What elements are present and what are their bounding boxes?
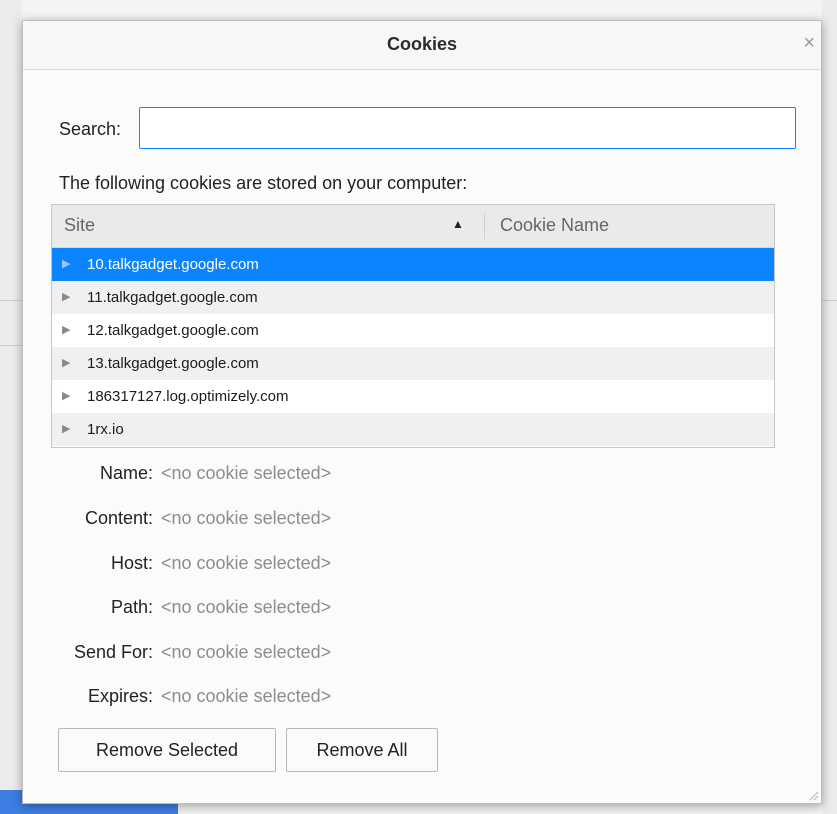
tree-row[interactable]: ▶ 12.talkgadget.google.com xyxy=(52,314,774,347)
row-site-label: 186317127.log.optimizely.com xyxy=(87,388,289,405)
column-separator[interactable] xyxy=(484,213,485,239)
detail-host-value: <no cookie selected> xyxy=(161,553,332,573)
tree-row[interactable]: ▶ 186317127.log.optimizely.com xyxy=(52,380,774,413)
tree-row[interactable]: ▶ 1rx.io xyxy=(52,413,774,446)
dialog-title: Cookies xyxy=(386,34,458,54)
tree-row[interactable]: ▶ 11.talkgadget.google.com xyxy=(52,281,774,314)
tree-row[interactable]: ▶ 10.talkgadget.google.com xyxy=(52,248,774,281)
column-header-cookie-name[interactable]: Cookie Name xyxy=(500,215,609,236)
sort-ascending-icon: ▲ xyxy=(452,217,464,231)
detail-content: Content: <no cookie selected> xyxy=(23,508,623,532)
remove-all-button[interactable]: Remove All xyxy=(286,728,438,772)
resize-grip-icon[interactable] xyxy=(807,789,819,801)
cookies-description: The following cookies are stored on your… xyxy=(59,173,468,193)
detail-name-value: <no cookie selected> xyxy=(161,463,332,483)
row-site-label: 12.talkgadget.google.com xyxy=(87,322,259,339)
remove-selected-button[interactable]: Remove Selected xyxy=(58,728,276,772)
expand-twisty-icon[interactable]: ▶ xyxy=(62,257,70,270)
column-header-site[interactable]: Site xyxy=(64,215,95,236)
detail-path-label: Path: xyxy=(110,597,153,617)
detail-path-value: <no cookie selected> xyxy=(161,597,332,617)
background-divider xyxy=(0,300,22,301)
expand-twisty-icon[interactable]: ▶ xyxy=(62,356,70,369)
dialog-titlebar: Cookies × xyxy=(23,21,821,70)
background-left-edge xyxy=(0,0,22,814)
cookies-tree[interactable]: Site ▲ Cookie Name ▶ 10.talkgadget.googl… xyxy=(51,204,775,448)
search-label: Search: xyxy=(59,119,122,139)
detail-expires-value: <no cookie selected> xyxy=(161,686,332,706)
expand-twisty-icon[interactable]: ▶ xyxy=(62,323,70,336)
expand-twisty-icon[interactable]: ▶ xyxy=(62,290,70,303)
detail-expires-label: Expires: xyxy=(87,686,153,706)
detail-expires: Expires: <no cookie selected> xyxy=(23,686,623,710)
detail-content-label: Content: xyxy=(84,508,153,528)
detail-name-label: Name: xyxy=(99,463,153,483)
row-site-label: 13.talkgadget.google.com xyxy=(87,355,259,372)
background-divider xyxy=(822,300,837,301)
row-site-label: 11.talkgadget.google.com xyxy=(87,289,258,306)
cookies-dialog: Cookies × Search: The following cookies … xyxy=(22,20,822,804)
expand-twisty-icon[interactable]: ▶ xyxy=(62,422,70,435)
row-site-label: 10.talkgadget.google.com xyxy=(87,256,259,273)
tree-row[interactable]: ▶ 13.talkgadget.google.com xyxy=(52,347,774,380)
search-input[interactable] xyxy=(139,107,796,149)
close-icon[interactable]: × xyxy=(803,32,815,55)
detail-name: Name: <no cookie selected> xyxy=(23,463,623,487)
row-site-label: 1rx.io xyxy=(87,421,124,438)
detail-send-for-value: <no cookie selected> xyxy=(161,642,332,662)
expand-twisty-icon[interactable]: ▶ xyxy=(62,389,70,402)
detail-send-for-label: Send For: xyxy=(73,642,153,662)
detail-send-for: Send For: <no cookie selected> xyxy=(23,642,623,666)
background-right-edge xyxy=(822,0,837,814)
detail-host-label: Host: xyxy=(110,553,153,573)
tree-header: Site ▲ Cookie Name xyxy=(52,205,774,248)
detail-content-value: <no cookie selected> xyxy=(161,508,332,528)
detail-path: Path: <no cookie selected> xyxy=(23,597,623,621)
background-divider xyxy=(0,345,22,346)
detail-host: Host: <no cookie selected> xyxy=(23,553,623,577)
